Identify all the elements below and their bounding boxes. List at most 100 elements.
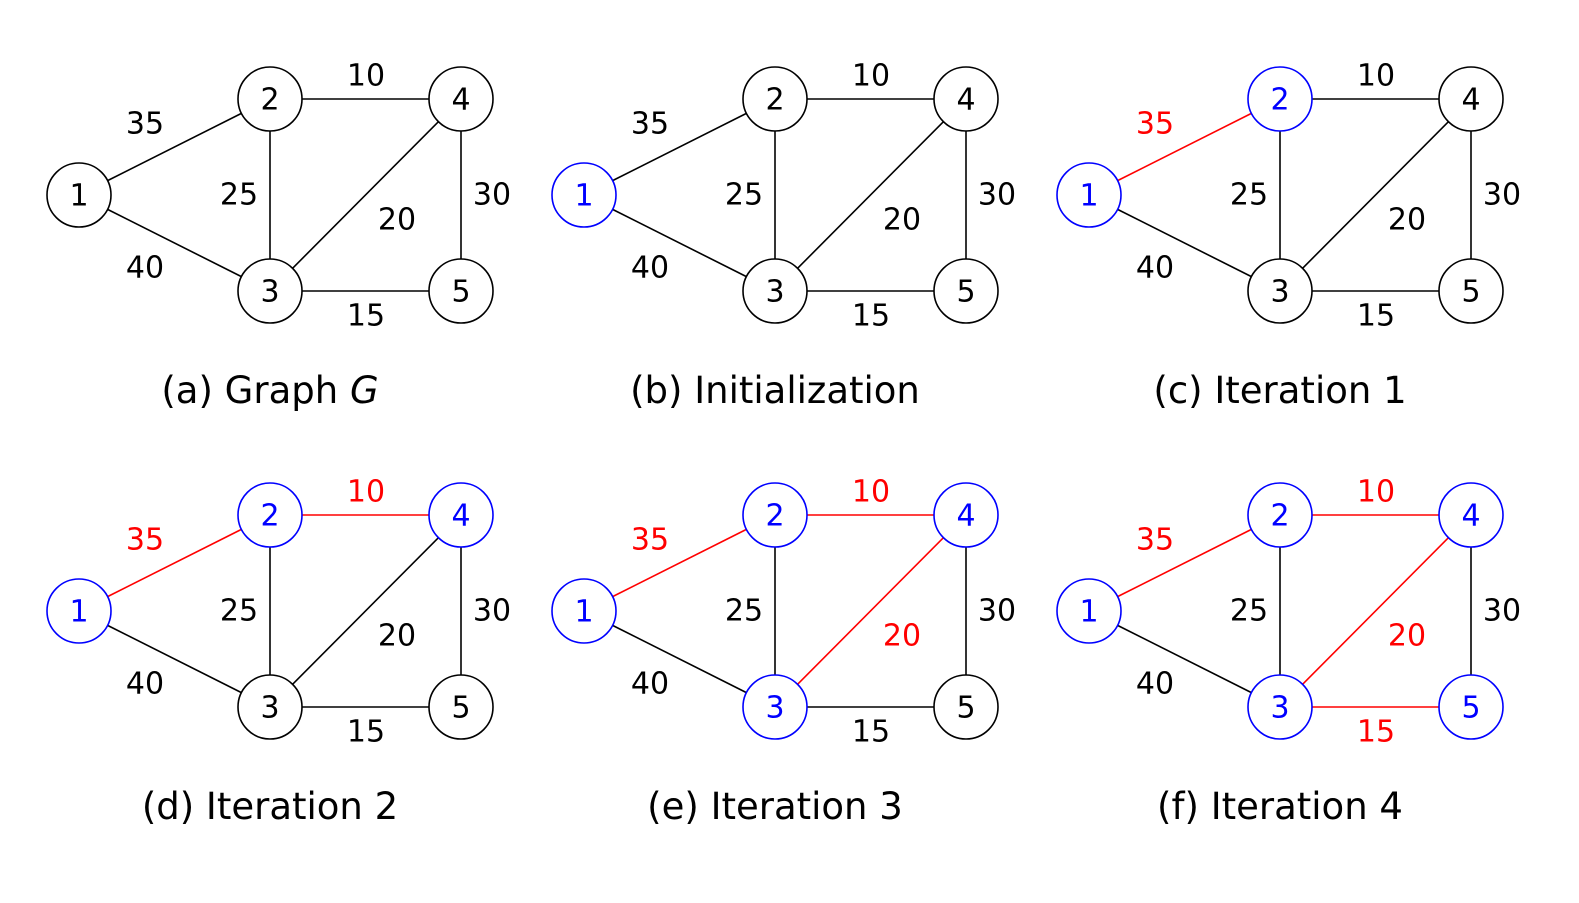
edge-weight-3-5: 15 — [1357, 715, 1395, 750]
edge-weight-3-4: 20 — [378, 619, 416, 654]
caption-e-text: (e) Iteration 3 — [647, 785, 903, 828]
edge-weight-1-3: 40 — [631, 251, 669, 286]
node-5: 5 — [428, 258, 494, 324]
edge-weight-2-4: 10 — [347, 475, 385, 510]
edge-weight-4-5: 30 — [1483, 178, 1521, 213]
node-5-label: 5 — [1461, 691, 1480, 726]
edge-weight-1-2: 35 — [126, 107, 164, 142]
edge-3-4 — [292, 537, 439, 685]
panel-a: 35 40 25 10 20 30 15 1 2 3 4 5 (a) Graph G — [46, 59, 511, 412]
node-2: 2 — [742, 66, 808, 132]
edge-weight-2-3: 25 — [1230, 178, 1268, 213]
node-5-label: 5 — [451, 691, 470, 726]
edge-weight-1-2: 35 — [1136, 523, 1174, 558]
node-3-label: 3 — [765, 275, 784, 310]
node-5: 5 — [1438, 258, 1504, 324]
edge-3-4 — [292, 121, 439, 269]
edge-weight-1-2: 35 — [631, 523, 669, 558]
node-1-label: 1 — [1079, 179, 1098, 214]
node-3-label: 3 — [260, 691, 279, 726]
edge-weight-3-4: 20 — [883, 203, 921, 238]
edge-weight-4-5: 30 — [978, 178, 1016, 213]
panel-f: 35 40 25 10 20 30 15 1 2 3 4 5 (f) Iteration 4 — [1056, 475, 1521, 828]
edge-3-4 — [1302, 537, 1449, 685]
node-2-label: 2 — [1270, 499, 1289, 534]
node-4-label: 4 — [451, 83, 470, 118]
node-1: 1 — [1056, 578, 1122, 644]
edge-weight-3-4: 20 — [1388, 203, 1426, 238]
edge-weight-4-5: 30 — [473, 178, 511, 213]
node-3-label: 3 — [1270, 691, 1289, 726]
edge-weight-2-3: 25 — [220, 178, 258, 213]
node-3: 3 — [1247, 258, 1313, 324]
node-2-label: 2 — [1270, 83, 1289, 118]
node-3-label: 3 — [260, 275, 279, 310]
node-4-label: 4 — [956, 499, 975, 534]
node-5: 5 — [933, 674, 999, 740]
edge-weight-2-4: 10 — [1357, 59, 1395, 94]
edge-weight-1-2: 35 — [631, 107, 669, 142]
node-2: 2 — [237, 66, 303, 132]
caption-c: (c) Iteration 1 — [1153, 369, 1406, 412]
node-5-label: 5 — [1461, 275, 1480, 310]
node-5-label: 5 — [956, 275, 975, 310]
node-1: 1 — [46, 578, 112, 644]
edge-weight-1-3: 40 — [1136, 667, 1174, 702]
node-4: 4 — [1438, 66, 1504, 132]
node-4-label: 4 — [451, 499, 470, 534]
node-1: 1 — [1056, 162, 1122, 228]
caption-e: (e) Iteration 3 — [647, 785, 903, 828]
panel-b: 35 40 25 10 20 30 15 1 2 3 4 5 (b) Initialization — [551, 59, 1016, 412]
node-1: 1 — [551, 578, 617, 644]
caption-d-text: (d) Iteration 2 — [142, 785, 398, 828]
node-3-label: 3 — [765, 691, 784, 726]
node-5: 5 — [933, 258, 999, 324]
caption-a: (a) Graph G — [161, 369, 378, 412]
edge-weight-2-4: 10 — [852, 59, 890, 94]
edge-weight-3-4: 20 — [1388, 619, 1426, 654]
node-3: 3 — [237, 674, 303, 740]
edge-weight-3-5: 15 — [852, 715, 890, 750]
edge-weight-1-3: 40 — [126, 251, 164, 286]
edge-weight-2-4: 10 — [1357, 475, 1395, 510]
edge-weight-1-3: 40 — [126, 667, 164, 702]
edge-weight-2-3: 25 — [220, 594, 258, 629]
caption-d: (d) Iteration 2 — [142, 785, 398, 828]
prim-algorithm-figure: 3540251020301512345(a) Graph G3540251020… — [46, 59, 1521, 828]
edge-weight-2-3: 25 — [725, 178, 763, 213]
node-1: 1 — [46, 162, 112, 228]
node-5-label: 5 — [451, 275, 470, 310]
edge-3-4 — [797, 121, 944, 269]
edge-weight-2-3: 25 — [1230, 594, 1268, 629]
node-5-label: 5 — [956, 691, 975, 726]
node-4: 4 — [933, 66, 999, 132]
node-3: 3 — [237, 258, 303, 324]
node-1-label: 1 — [69, 179, 88, 214]
node-1: 1 — [551, 162, 617, 228]
node-4-label: 4 — [1461, 83, 1480, 118]
node-2-label: 2 — [260, 499, 279, 534]
edge-weight-2-3: 25 — [725, 594, 763, 629]
edge-weight-1-2: 35 — [126, 523, 164, 558]
node-2: 2 — [1247, 66, 1313, 132]
caption-f-text: (f) Iteration 4 — [1157, 785, 1403, 828]
edge-weight-1-2: 35 — [1136, 107, 1174, 142]
caption-c-text: (c) Iteration 1 — [1153, 369, 1406, 412]
edge-weight-4-5: 30 — [473, 594, 511, 629]
edge-weight-4-5: 30 — [978, 594, 1016, 629]
node-5: 5 — [428, 674, 494, 740]
panel-c: 35 40 25 10 20 30 15 1 2 3 4 5 (c) Iteration 1 — [1056, 59, 1521, 412]
caption-b: (b) Initialization — [630, 369, 920, 412]
node-3-label: 3 — [1270, 275, 1289, 310]
node-4: 4 — [428, 482, 494, 548]
edge-weight-3-5: 15 — [1357, 299, 1395, 334]
node-2-label: 2 — [260, 83, 279, 118]
caption-a-math: G — [350, 369, 379, 412]
panel-d: 35 40 25 10 20 30 15 1 2 3 4 5 (d) Iteration 2 — [46, 475, 511, 828]
node-5: 5 — [1438, 674, 1504, 740]
node-3: 3 — [742, 258, 808, 324]
node-4: 4 — [428, 66, 494, 132]
node-2-label: 2 — [765, 499, 784, 534]
caption-b-text: (b) Initialization — [630, 369, 920, 412]
edge-weight-2-4: 10 — [347, 59, 385, 94]
